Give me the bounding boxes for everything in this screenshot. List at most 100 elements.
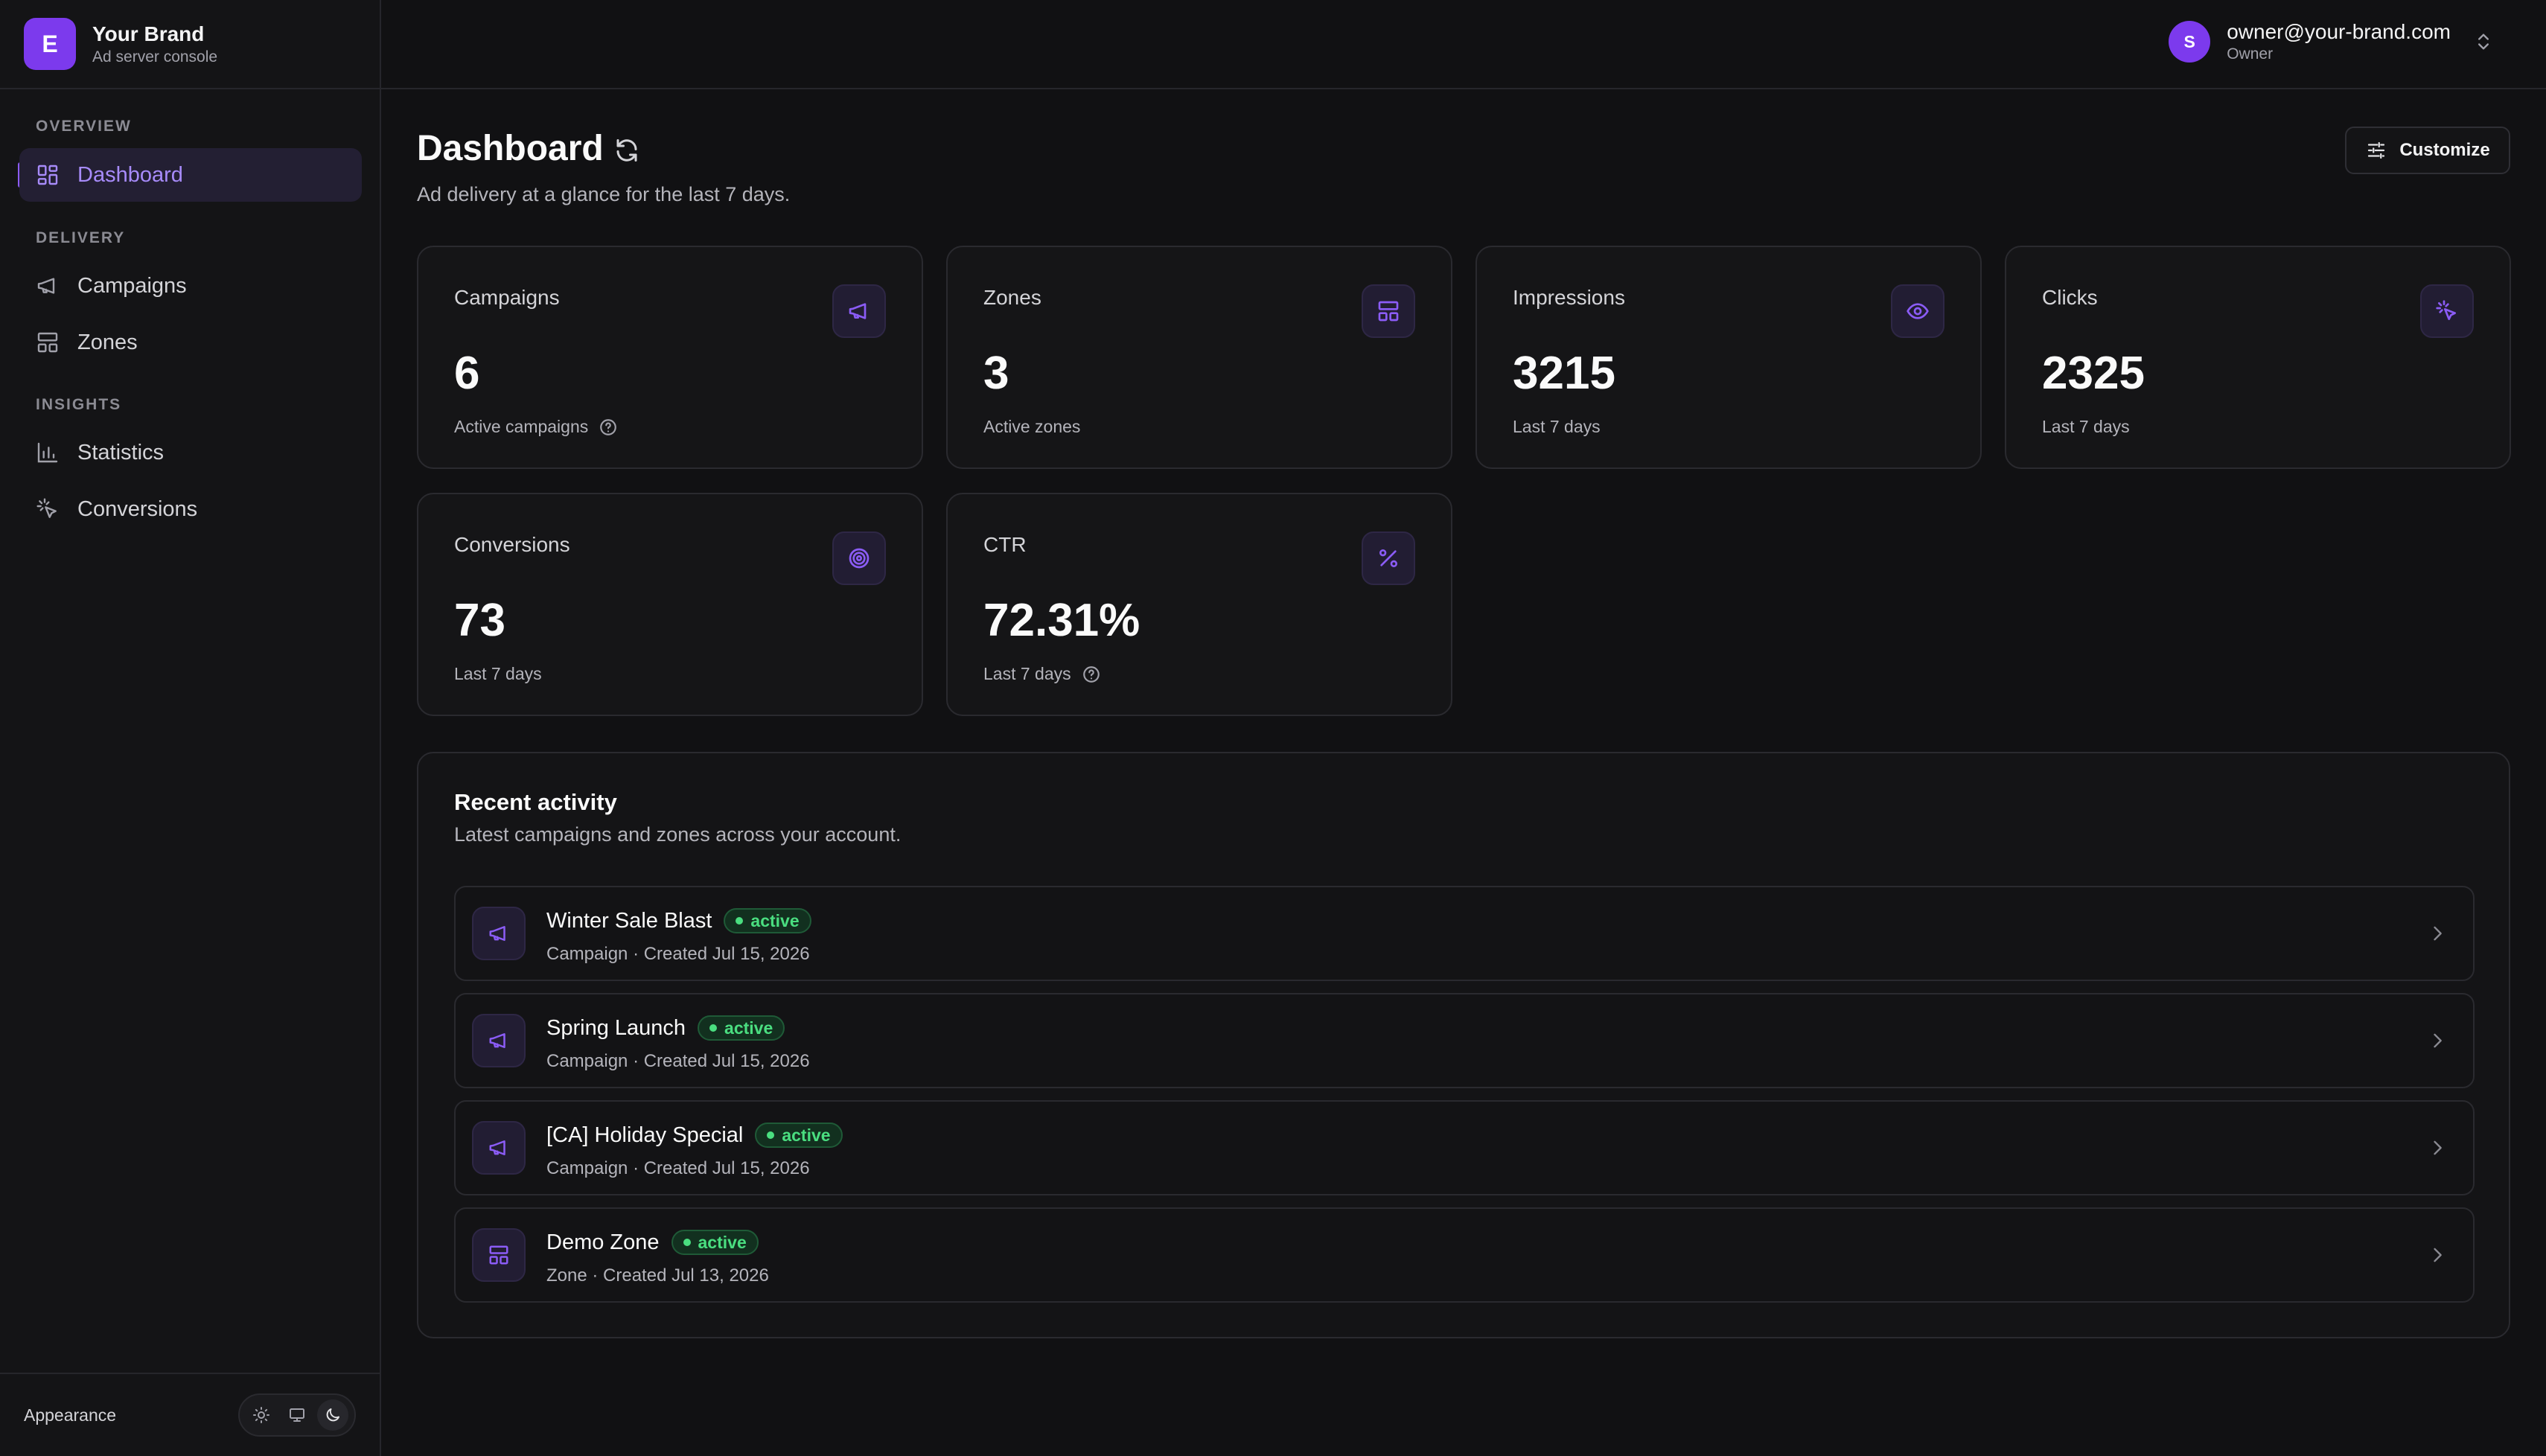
stat-label: Campaigns: [454, 286, 560, 309]
activity-name: Winter Sale Blast: [546, 908, 712, 933]
megaphone-icon: [489, 1033, 505, 1048]
stat-label: Clicks: [2042, 286, 2098, 309]
grid-icon: [37, 165, 58, 185]
stat-note: Last 7 days: [2042, 417, 2130, 437]
activity-name: Demo Zone: [546, 1230, 660, 1254]
status-text: active: [782, 1125, 831, 1145]
activity-row[interactable]: Spring Launch active Campaign · Created …: [454, 993, 2475, 1088]
avatar: S: [2169, 21, 2211, 63]
help-icon[interactable]: [1082, 665, 1101, 684]
stat-value: 73: [454, 595, 505, 646]
layout-icon: [37, 332, 58, 353]
activity-meta: Zone · Created Jul 13, 2026: [546, 1265, 769, 1286]
user-menu[interactable]: S owner@your-brand.com Owner: [2169, 19, 2494, 64]
stat-card-conversions[interactable]: Conversions 73 Last 7 days: [417, 493, 923, 716]
brand-subtitle: Ad server console: [92, 48, 218, 66]
megaphone-icon: [489, 926, 505, 941]
row-icon-badge: [472, 907, 526, 960]
status-dot: [683, 1239, 691, 1246]
stat-value: 2325: [2042, 348, 2145, 399]
nav-section-insights: INSIGHTS: [36, 396, 122, 413]
moon-icon: [326, 1408, 339, 1422]
sidebar-item-label: Dashboard: [77, 162, 183, 187]
customize-button[interactable]: Customize: [2345, 127, 2510, 174]
sliders-icon: [2368, 141, 2385, 159]
row-icon-badge: [472, 1121, 526, 1175]
sidebar-item-label: Zones: [77, 330, 138, 354]
stat-value: 6: [454, 348, 480, 399]
activity-row[interactable]: Demo Zone active Zone · Created Jul 13, …: [454, 1207, 2475, 1303]
chevron-right-icon: [2434, 926, 2442, 941]
card-icon-badge: [1362, 531, 1415, 585]
card-icon-badge: [1891, 284, 1944, 338]
card-icon-badge: [832, 531, 886, 585]
stat-card-ctr[interactable]: CTR 72.31% Last 7 days: [946, 493, 1452, 716]
brand-header[interactable]: E Your Brand Ad server console: [0, 0, 380, 89]
stat-note: Active zones: [983, 417, 1080, 437]
activity-row[interactable]: [CA] Holiday Special active Campaign · C…: [454, 1100, 2475, 1195]
brand-name: Your Brand: [92, 22, 205, 45]
sidebar-item-conversions[interactable]: Conversions: [19, 482, 362, 536]
customize-label: Customize: [2399, 140, 2490, 160]
stat-card-campaigns[interactable]: Campaigns 6 Active campaigns: [417, 246, 923, 469]
sun-icon: [253, 1407, 269, 1423]
recent-activity-title: Recent activity: [454, 789, 617, 815]
chevron-right-icon: [2434, 1033, 2442, 1048]
eye-icon: [1907, 303, 1929, 319]
layout-icon: [1378, 301, 1399, 322]
stat-note-text: Last 7 days: [1513, 417, 1601, 436]
chevron-up-down-icon: [2478, 33, 2489, 50]
theme-system-button[interactable]: [281, 1399, 313, 1431]
activity-row[interactable]: Winter Sale Blast active Campaign · Crea…: [454, 886, 2475, 981]
sidebar-item-zones[interactable]: Zones: [19, 316, 362, 369]
megaphone-icon: [849, 303, 867, 319]
target-icon: [849, 548, 870, 569]
stat-card-clicks[interactable]: Clicks 2325 Last 7 days: [2005, 246, 2511, 469]
sidebar-item-campaigns[interactable]: Campaigns: [19, 259, 362, 313]
row-icon-badge: [472, 1014, 526, 1067]
theme-dark-button[interactable]: [317, 1399, 348, 1431]
activity-meta: Campaign · Created Jul 15, 2026: [546, 1051, 810, 1071]
stat-note-text: Active zones: [983, 417, 1081, 436]
sidebar-item-dashboard[interactable]: Dashboard: [19, 148, 362, 202]
theme-toggle: [238, 1393, 356, 1437]
sidebar-item-statistics[interactable]: Statistics: [19, 426, 362, 479]
stat-value: 3: [983, 348, 1009, 399]
topbar: S owner@your-brand.com Owner: [381, 0, 2546, 89]
card-icon-badge: [832, 284, 886, 338]
row-icon-badge: [472, 1228, 526, 1282]
theme-light-button[interactable]: [246, 1399, 277, 1431]
stat-card-zones[interactable]: Zones 3 Active zones: [946, 246, 1452, 469]
stat-label: Zones: [983, 286, 1041, 309]
stat-note: Last 7 days: [1513, 417, 1601, 437]
stat-note: Active campaigns: [454, 417, 618, 437]
stat-note-text: Last 7 days: [454, 664, 542, 683]
nav-section-delivery: DELIVERY: [36, 229, 126, 246]
status-text: active: [698, 1232, 747, 1252]
megaphone-icon: [37, 278, 55, 294]
status-badge: active: [755, 1123, 843, 1148]
help-icon[interactable]: [599, 418, 618, 437]
chevron-right-icon: [2434, 1140, 2442, 1155]
activity-meta: Campaign · Created Jul 15, 2026: [546, 1158, 810, 1178]
stat-card-impressions[interactable]: Impressions 3215 Last 7 days: [1475, 246, 1982, 469]
stat-note-text: Last 7 days: [2042, 417, 2130, 436]
cursor-click-icon: [2436, 300, 2456, 320]
chevron-right-icon: [2434, 1248, 2442, 1262]
activity-meta: Campaign · Created Jul 15, 2026: [546, 944, 810, 964]
stat-label: Impressions: [1513, 286, 1625, 309]
stat-note: Last 7 days: [983, 664, 1101, 684]
stat-value: 72.31%: [983, 595, 1140, 646]
appearance-label: Appearance: [24, 1405, 117, 1425]
layout-icon: [489, 1245, 508, 1265]
sidebar-item-label: Conversions: [77, 496, 198, 521]
refresh-icon[interactable]: [613, 137, 640, 164]
status-text: active: [750, 910, 800, 930]
percent-icon: [1379, 549, 1397, 567]
status-dot: [736, 917, 744, 925]
user-email: owner@your-brand.com: [2227, 20, 2451, 43]
recent-activity-panel: Recent activity Latest campaigns and zon…: [417, 752, 2510, 1338]
page-subtitle: Ad delivery at a glance for the last 7 d…: [417, 183, 791, 205]
status-text: active: [724, 1018, 773, 1038]
stat-note-text: Active campaigns: [454, 417, 589, 436]
